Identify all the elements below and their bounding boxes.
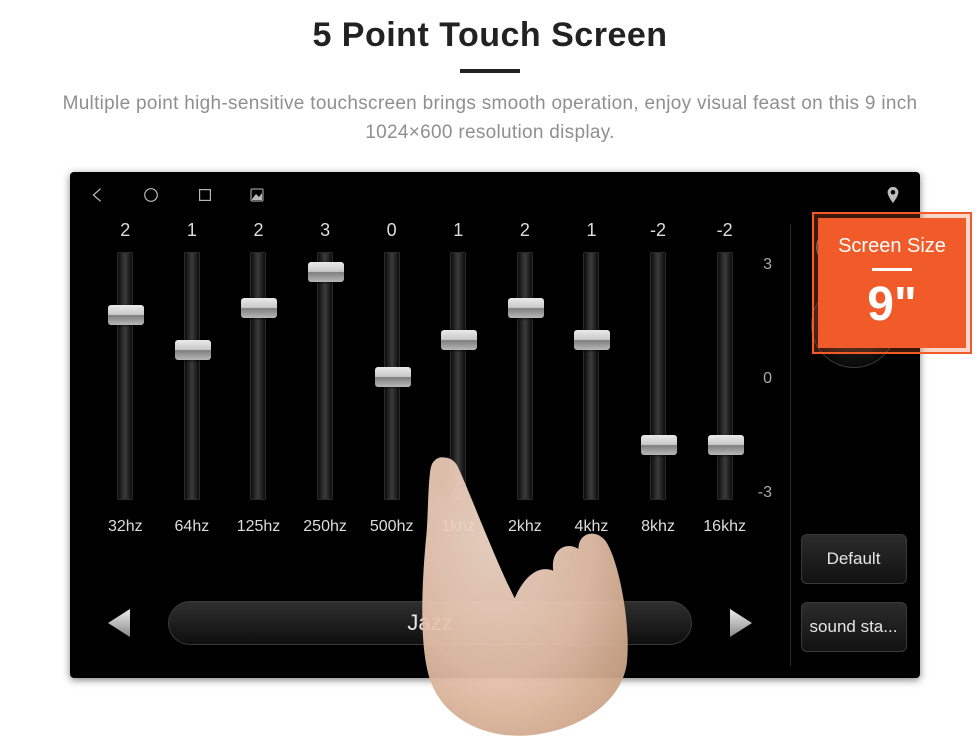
- screen-size-badge: Screen Size 9": [818, 218, 966, 348]
- axis-min: -3: [742, 484, 774, 502]
- badge-label: Screen Size: [838, 235, 946, 258]
- eq-band-freq: 250hz: [303, 518, 347, 536]
- eq-band-freq: 64hz: [175, 518, 210, 536]
- eq-band-freq: 4khz: [575, 518, 609, 536]
- eq-band-freq: 125hz: [237, 518, 281, 536]
- eq-band-64hz: 1 64hz: [159, 220, 226, 560]
- android-navbar: [70, 178, 920, 212]
- eq-slider-thumb[interactable]: [108, 305, 144, 325]
- eq-slider-track[interactable]: [650, 252, 666, 500]
- home-icon[interactable]: [142, 186, 160, 204]
- eq-slider-track[interactable]: [450, 252, 466, 500]
- eq-axis: 3 0 -3: [742, 256, 774, 502]
- eq-band-value: 3: [320, 220, 330, 246]
- eq-band-freq: 1khz: [441, 518, 475, 536]
- preset-prev-button[interactable]: [98, 605, 138, 641]
- eq-band-4khz: 1 4khz: [558, 220, 625, 560]
- eq-slider-track[interactable]: [384, 252, 400, 500]
- device-screen: 2 32hz 1 64hz 2 125hz 3 250hz 0 500hz 1 1khz 2 2khz 1 4…: [70, 172, 920, 678]
- eq-slider-thumb[interactable]: [574, 330, 610, 350]
- eq-band-value: 1: [586, 220, 596, 246]
- eq-band-freq: 8khz: [641, 518, 675, 536]
- eq-band-32hz: 2 32hz: [92, 220, 159, 560]
- eq-slider-track[interactable]: [717, 252, 733, 500]
- eq-slider-track[interactable]: [517, 252, 533, 500]
- eq-slider-thumb[interactable]: [708, 435, 744, 455]
- eq-band-500hz: 0 500hz: [358, 220, 425, 560]
- eq-slider-thumb[interactable]: [241, 298, 277, 318]
- eq-band-freq: 500hz: [370, 518, 414, 536]
- preset-next-button[interactable]: [722, 605, 762, 641]
- equalizer-panel: 2 32hz 1 64hz 2 125hz 3 250hz 0 500hz 1 1khz 2 2khz 1 4…: [80, 220, 770, 666]
- eq-band-250hz: 3 250hz: [292, 220, 359, 560]
- image-icon[interactable]: [250, 188, 264, 202]
- eq-band-2khz: 2 2khz: [492, 220, 559, 560]
- eq-band-value: 2: [253, 220, 263, 246]
- eq-band-value: 2: [120, 220, 130, 246]
- eq-band-1khz: 1 1khz: [425, 220, 492, 560]
- eq-slider-thumb[interactable]: [641, 435, 677, 455]
- eq-band-value: -2: [717, 220, 733, 246]
- eq-band-value: 0: [387, 220, 397, 246]
- eq-slider-thumb[interactable]: [508, 298, 544, 318]
- eq-slider-track[interactable]: [117, 252, 133, 500]
- eq-slider-thumb[interactable]: [441, 330, 477, 350]
- eq-slider-thumb[interactable]: [175, 340, 211, 360]
- eq-slider-track[interactable]: [317, 252, 333, 500]
- eq-slider-track[interactable]: [184, 252, 200, 500]
- eq-band-value: 1: [453, 220, 463, 246]
- page-title: 5 Point Touch Screen: [0, 16, 980, 55]
- eq-band-freq: 2khz: [508, 518, 542, 536]
- eq-slider-thumb[interactable]: [308, 262, 344, 282]
- eq-band-freq: 32hz: [108, 518, 143, 536]
- title-underline: [460, 69, 520, 73]
- eq-band-125hz: 2 125hz: [225, 220, 292, 560]
- eq-slider-track[interactable]: [583, 252, 599, 500]
- back-icon[interactable]: [88, 186, 106, 204]
- location-icon[interactable]: [884, 186, 902, 204]
- preset-name[interactable]: Jazz: [168, 601, 692, 645]
- default-button[interactable]: Default: [801, 534, 907, 584]
- eq-band-freq: 16khz: [703, 518, 746, 536]
- eq-band-value: 1: [187, 220, 197, 246]
- recents-icon[interactable]: [196, 186, 214, 204]
- eq-band-8khz: -2 8khz: [625, 220, 692, 560]
- soundstage-button[interactable]: sound sta...: [801, 602, 907, 652]
- eq-band-value: 2: [520, 220, 530, 246]
- page-subtitle: Multiple point high-sensitive touchscree…: [30, 89, 950, 148]
- eq-band-value: -2: [650, 220, 666, 246]
- badge-value: 9": [867, 277, 916, 332]
- axis-mid: 0: [742, 370, 774, 388]
- eq-slider-track[interactable]: [250, 252, 266, 500]
- axis-max: 3: [742, 256, 774, 274]
- badge-divider: [872, 268, 912, 271]
- preset-row: Jazz: [98, 600, 762, 646]
- eq-slider-thumb[interactable]: [375, 367, 411, 387]
